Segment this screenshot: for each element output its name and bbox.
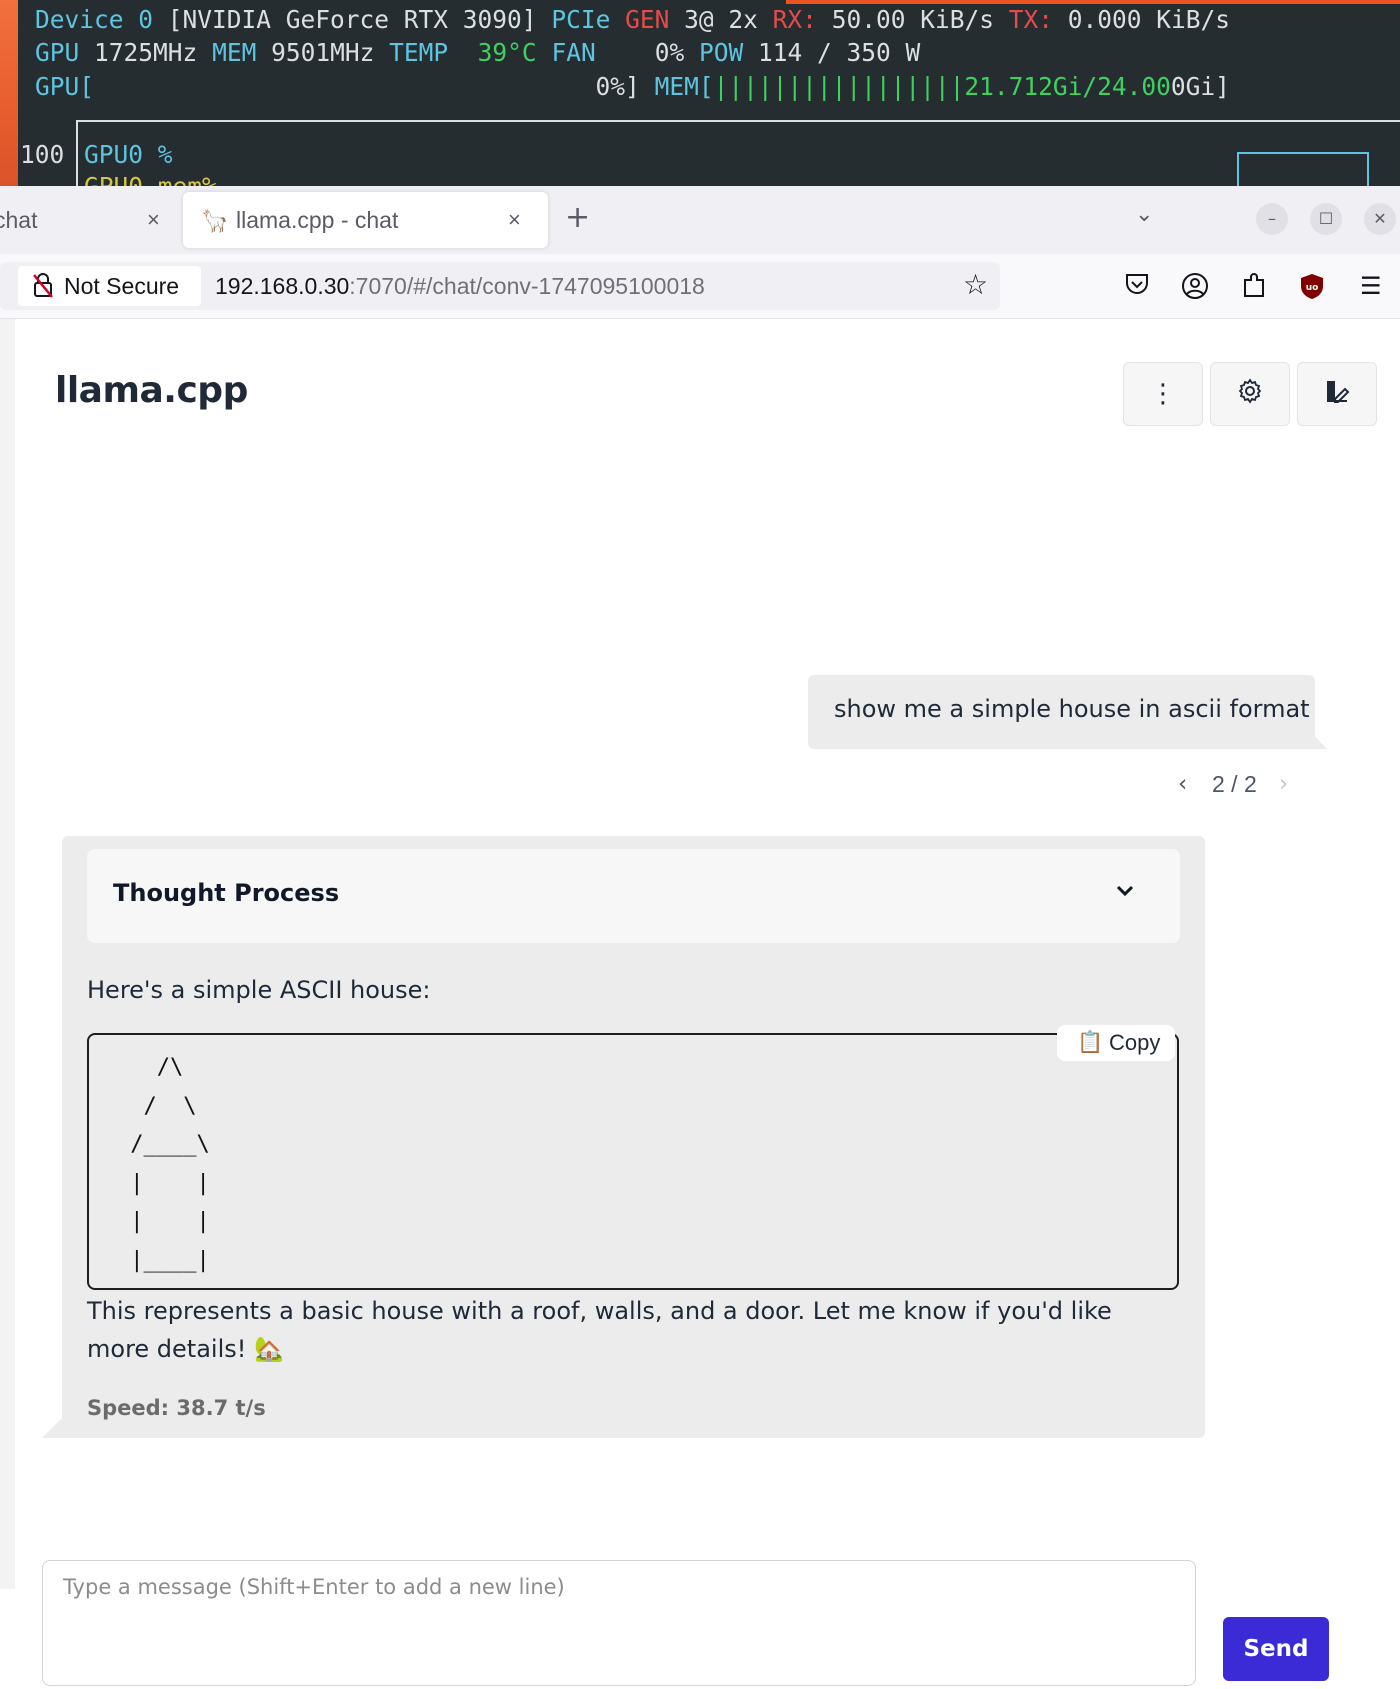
settings-icon [1236, 377, 1264, 412]
version-pager-label: 2 / 2 [1212, 771, 1257, 797]
terminal-nvtop: Device 0 [NVIDIA GeForce RTX 3090] PCIe … [0, 0, 1400, 186]
tab-close-icon[interactable]: × [147, 207, 160, 233]
tab-llama-chat[interactable]: 🦙 llama.cpp - chat × [183, 192, 548, 248]
security-label: Not Secure [64, 272, 180, 299]
user-message-bubble: show me a simple house in ascii format [808, 675, 1315, 749]
thought-process-title: Thought Process [113, 879, 340, 907]
mem-clock-value: 9501MHz [271, 38, 375, 67]
terminal-edge [0, 0, 18, 186]
assistant-outro-text: This represents a basic house with a roo… [87, 1297, 1112, 1363]
next-version-chevron-icon[interactable]: › [1279, 771, 1288, 797]
tab-label: llama.cpp - chat [236, 206, 399, 233]
pow-value: 114 / 350 W [758, 38, 921, 67]
url-host: 192.168.0.30 [215, 273, 350, 299]
gen-value: 3@ 2x [684, 5, 758, 34]
gpu-graph-frame [76, 120, 1400, 186]
svg-text:uo: uo [1306, 283, 1319, 293]
chevron-down-icon [1114, 879, 1136, 907]
graph-y-max: 100 [20, 140, 65, 169]
pocket-icon[interactable] [1124, 272, 1150, 302]
url-text[interactable]: 192.168.0.30:7070/#/chat/conv-1747095100… [215, 273, 705, 300]
code-block: /\ / \ /____\ | | | | |____| 📋 Copy [87, 1025, 1179, 1290]
assistant-message-bubble: Thought Process Here's a simple ASCII ho… [62, 836, 1205, 1438]
gpu-util-value: 0%] [595, 72, 640, 101]
gpu-util-label: GPU[ [35, 72, 95, 101]
prev-version-chevron-icon[interactable]: ‹ [1178, 771, 1187, 797]
mem-used-value: 21.712Gi/24.00 [964, 72, 1171, 101]
app-title: llama.cpp [55, 370, 248, 411]
graph-window [1237, 152, 1369, 186]
more-icon: ⋮ [1150, 379, 1176, 409]
browser-window: chat × 🦙 llama.cpp - chat × + ⌄ – ☐ ✕ [0, 186, 1400, 1689]
temp-value: 39°C [477, 38, 537, 67]
settings-button[interactable] [1210, 362, 1290, 426]
account-icon[interactable] [1181, 272, 1209, 306]
graph-legend-gpu: GPU0 % [84, 140, 173, 169]
assistant-intro-text: Here's a simple ASCII house: [87, 976, 431, 1004]
gpu-clock-value: 1725MHz [94, 38, 198, 67]
security-indicator[interactable]: Not Secure [18, 266, 201, 306]
ascii-house-code: /\ / \ /____\ | | | | |____| [130, 1055, 210, 1273]
send-button[interactable]: Send [1223, 1617, 1329, 1681]
more-options-button[interactable]: ⋮ [1123, 362, 1203, 426]
tab-label: chat [0, 206, 38, 233]
url-path: :7070/#/chat/conv-1747095100018 [349, 273, 705, 299]
menu-icon[interactable]: ☰ [1360, 272, 1382, 300]
temp-label: TEMP [389, 38, 449, 67]
ublock-icon[interactable]: uo [1299, 272, 1325, 306]
terminal-line-device: Device 0 [NVIDIA GeForce RTX 3090] PCIe … [35, 3, 1230, 37]
mem-usage-bar: ||||||||||||||||| [713, 72, 965, 101]
llama-favicon-icon: 🦙 [201, 208, 229, 233]
rx-value: 50.00 KiB/s [831, 5, 994, 34]
gen-label: GEN [625, 5, 670, 34]
message-composer [42, 1560, 1196, 1689]
terminal-line-usage: GPU[ 0%] MEM[|||||||||||||||||21.712Gi/2… [35, 70, 1230, 104]
mem-total-value: 0Gi] [1170, 72, 1230, 101]
rx-label: RX: [772, 5, 817, 34]
copy-button[interactable]: 📋 Copy [1057, 1025, 1175, 1061]
url-bar[interactable]: Not Secure 192.168.0.30:7070/#/chat/conv… [0, 262, 1000, 310]
chat-page: llama.cpp ⋮ show me a simple house in as… [0, 319, 1400, 1689]
bookmark-star-icon[interactable]: ☆ [963, 268, 988, 301]
tab-strip: chat × 🦙 llama.cpp - chat × + ⌄ – ☐ ✕ [0, 186, 1400, 254]
pcie-label: PCIe [551, 5, 611, 34]
tab-close-icon[interactable]: × [508, 207, 521, 233]
user-message-text: show me a simple house in ascii format [834, 695, 1310, 723]
minimize-button[interactable]: – [1256, 203, 1288, 235]
tx-label: TX: [1008, 5, 1053, 34]
sidebar-edge [0, 319, 15, 1589]
graph-legend-mem: GPU0 mem% [84, 170, 217, 186]
navigation-bar: Not Secure 192.168.0.30:7070/#/chat/conv… [0, 254, 1400, 319]
terminal-line-clocks: GPU 1725MHz MEM 9501MHz TEMP 39°C FAN 0%… [35, 36, 920, 70]
mem-clock-label: MEM [212, 38, 257, 67]
theme-icon [1323, 377, 1351, 412]
tx-value: 0.000 KiB/s [1067, 5, 1231, 34]
close-window-button[interactable]: ✕ [1364, 203, 1396, 235]
gpu-clock-label: GPU [35, 38, 80, 67]
gpu-name: [NVIDIA GeForce RTX 3090] [167, 5, 537, 34]
extensions-icon[interactable] [1241, 272, 1267, 306]
generation-speed: Speed: 38.7 t/s [87, 1396, 266, 1420]
new-tab-button[interactable]: + [565, 200, 590, 235]
maximize-button[interactable]: ☐ [1310, 203, 1342, 235]
copy-label: Copy [1109, 1030, 1161, 1055]
message-input[interactable] [43, 1561, 1193, 1689]
pow-label: POW [699, 38, 744, 67]
tab-list-chevron-icon[interactable]: ⌄ [1135, 202, 1153, 227]
mem-util-label: MEM[ [654, 72, 714, 101]
fan-value: 0% [654, 38, 685, 67]
user-bubble-tail [1303, 724, 1327, 749]
theme-button[interactable] [1297, 362, 1377, 426]
insecure-lock-icon [32, 272, 54, 304]
device-label: Device 0 [35, 5, 154, 34]
tab-chat[interactable]: chat × [0, 192, 180, 248]
thought-process-toggle[interactable]: Thought Process [87, 849, 1180, 943]
clipboard-icon: 📋 [1077, 1030, 1104, 1054]
fan-label: FAN [551, 38, 596, 67]
